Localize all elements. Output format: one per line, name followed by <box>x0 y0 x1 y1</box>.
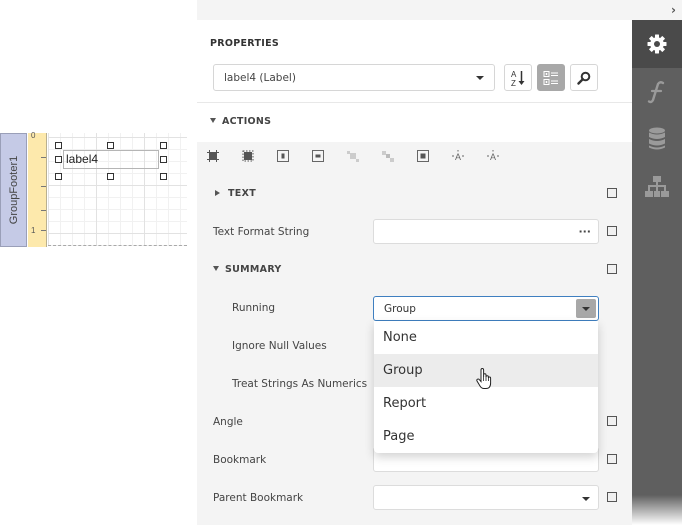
text-format-string-label: Text Format String <box>213 226 310 238</box>
parent-bookmark-label: Parent Bookmark <box>213 492 304 504</box>
text-format-string-checkbox[interactable] <box>607 226 617 236</box>
resize-handle[interactable] <box>160 173 167 180</box>
bring-to-front-icon[interactable] <box>347 150 359 162</box>
collapse-triangle-icon <box>213 266 219 271</box>
center-vertically-icon[interactable] <box>312 150 324 162</box>
search-icon <box>577 71 591 85</box>
chevron-down-icon <box>476 76 484 80</box>
resize-handle[interactable] <box>55 142 62 149</box>
ellipsis-button[interactable]: ··· <box>578 225 591 238</box>
chevron-down-icon <box>582 497 590 501</box>
side-tab-strip-fade <box>632 495 682 525</box>
ruler-label: 1 <box>31 226 36 235</box>
ruler-tick <box>41 230 46 231</box>
tab-field-list[interactable] <box>632 115 682 163</box>
chevron-right-icon[interactable]: › <box>671 3 676 17</box>
bookmark-checkbox[interactable] <box>607 454 617 464</box>
text-section-header[interactable]: TEXT <box>215 188 256 199</box>
ruler-tick <box>41 157 46 158</box>
resize-handle[interactable] <box>107 173 114 180</box>
categorized-icon <box>543 70 558 85</box>
design-surface[interactable]: GroupFooter1 0 1 label4 <box>0 0 197 525</box>
send-to-back-icon[interactable] <box>382 150 394 162</box>
chevron-down-icon <box>582 307 590 311</box>
running-select-value: Group <box>384 303 416 315</box>
svg-text:A: A <box>511 70 517 79</box>
treat-strings-as-numerics-label: Treat Strings As Numerics <box>232 378 368 390</box>
svg-text:Z: Z <box>511 79 516 87</box>
running-select[interactable]: Group <box>373 296 599 321</box>
dropdown-option-page[interactable]: Page <box>374 420 598 453</box>
running-label: Running <box>232 302 276 314</box>
parent-bookmark-checkbox[interactable] <box>607 492 617 502</box>
panel-top-bar: › <box>197 0 682 20</box>
actions-label-text: ACTIONS <box>222 116 272 127</box>
summary-section-checkbox[interactable] <box>607 264 617 274</box>
svg-text:A: A <box>455 152 461 162</box>
tab-report-explorer[interactable] <box>632 163 682 211</box>
tab-expressions[interactable] <box>632 68 682 116</box>
panel-title: PROPERTIES <box>210 38 280 49</box>
database-icon <box>649 127 665 150</box>
text-section-checkbox[interactable] <box>607 188 617 198</box>
running-dropdown-button[interactable] <box>576 299 596 318</box>
parent-bookmark-select[interactable] <box>373 485 599 510</box>
svg-text:A: A <box>490 152 496 162</box>
summary-section-label: SUMMARY <box>225 264 282 275</box>
resize-handle[interactable] <box>107 142 114 149</box>
dropdown-option-none[interactable]: None <box>374 321 598 354</box>
increase-font-size-icon[interactable]: A <box>452 150 464 162</box>
text-format-string-field[interactable]: ··· <box>373 219 599 244</box>
band-caption-text: GroupFooter1 <box>7 155 20 225</box>
function-icon <box>647 81 665 104</box>
center-in-band-icon[interactable] <box>417 150 429 162</box>
ruler-tick <box>41 186 46 187</box>
resize-handle[interactable] <box>55 156 62 163</box>
vertical-ruler: 0 1 <box>28 131 47 247</box>
text-section-label: TEXT <box>228 188 256 199</box>
resize-handle[interactable] <box>160 142 167 149</box>
component-selector-value: label4 (Label) <box>224 72 296 84</box>
component-selector[interactable]: label4 (Label) <box>213 64 495 91</box>
band-caption[interactable]: GroupFooter1 <box>0 133 27 247</box>
summary-section-header[interactable]: SUMMARY <box>213 264 282 275</box>
decrease-font-size-icon[interactable]: A <box>487 150 499 162</box>
collapse-triangle-icon <box>210 118 216 123</box>
expand-triangle-icon <box>215 190 220 196</box>
categorize-button[interactable] <box>537 64 565 91</box>
resize-handle[interactable] <box>55 173 62 180</box>
dropdown-option-report[interactable]: Report <box>374 387 598 420</box>
gear-icon <box>647 34 667 54</box>
center-horizontally-icon[interactable] <box>277 150 289 162</box>
tab-properties[interactable] <box>632 20 682 68</box>
search-button[interactable] <box>570 64 598 91</box>
ruler-tick <box>41 210 46 211</box>
label-control[interactable]: label4 <box>63 150 159 169</box>
sort-az-icon: A Z <box>511 70 525 87</box>
ignore-null-values-label: Ignore Null Values <box>232 340 327 352</box>
angle-label: Angle <box>213 416 243 428</box>
actions-section-label: ACTIONS <box>210 116 271 127</box>
bookmark-label: Bookmark <box>213 454 267 466</box>
ruler-label: 0 <box>31 131 36 140</box>
actions-section-header[interactable]: ACTIONS <box>197 102 632 142</box>
hierarchy-icon <box>645 176 669 197</box>
resize-handle[interactable] <box>160 156 167 163</box>
fit-bounds-to-text-icon[interactable] <box>242 150 254 162</box>
properties-header: PROPERTIES label4 (Label) A Z <box>197 20 632 102</box>
sort-alphabetically-button[interactable]: A Z <box>504 64 532 91</box>
angle-checkbox[interactable] <box>607 416 617 426</box>
hand-cursor-icon <box>476 368 492 389</box>
fit-bounds-to-container-icon[interactable] <box>207 150 219 162</box>
